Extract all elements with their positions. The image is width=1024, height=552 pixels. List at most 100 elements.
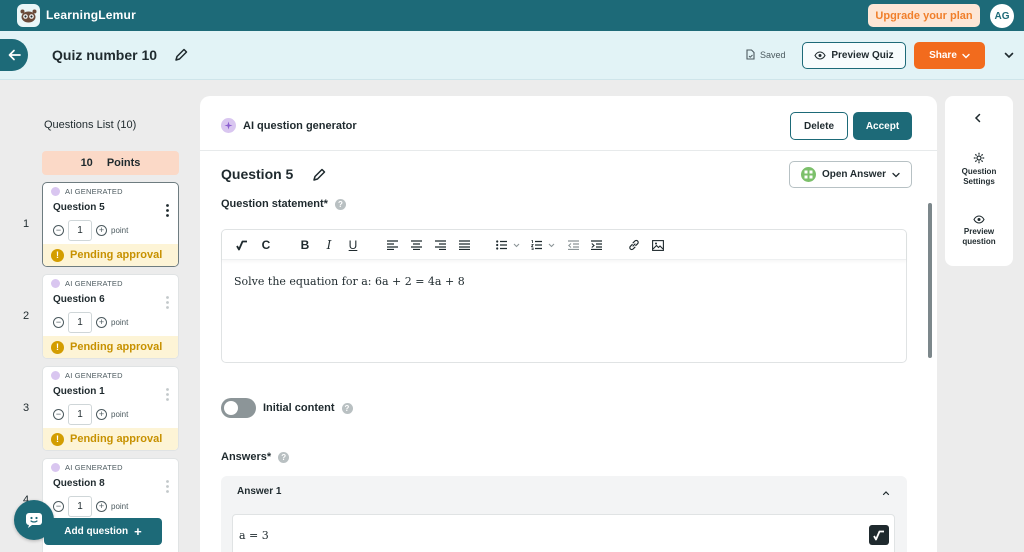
more-options-icon[interactable]	[166, 480, 169, 493]
lemur-logo-icon[interactable]	[17, 4, 40, 27]
upgrade-plan-button[interactable]: Upgrade your plan	[868, 4, 980, 27]
ai-generated-tag: AI GENERATED	[51, 187, 123, 196]
question-statement-label: Question statement* ?	[221, 198, 346, 210]
question-settings-label: Question Settings	[961, 167, 997, 186]
ai-generated-tag: AI GENERATED	[51, 463, 123, 472]
pencil-icon[interactable]	[312, 168, 326, 182]
bullet-list-icon[interactable]	[496, 238, 522, 252]
ai-sparkle-icon	[51, 463, 60, 472]
ai-sparkle-icon	[51, 371, 60, 380]
points-input[interactable]: 1	[68, 220, 92, 241]
divider	[200, 150, 937, 151]
points-stepper: − 1 + point	[53, 220, 128, 241]
pending-approval-status: ! Pending approval	[43, 336, 178, 358]
align-justify-icon[interactable]	[457, 238, 471, 252]
answer-1-title: Answer 1	[237, 486, 282, 497]
question-settings-button[interactable]: Question Settings	[945, 152, 1013, 187]
chemistry-formula-icon[interactable]: C	[259, 238, 273, 252]
link-icon[interactable]	[627, 238, 641, 252]
plus-icon[interactable]: +	[96, 501, 107, 512]
math-formula-icon[interactable]	[869, 525, 889, 545]
accept-button[interactable]: Accept	[853, 112, 912, 140]
warning-icon: !	[51, 432, 64, 446]
share-button[interactable]: Share	[914, 42, 985, 69]
question-card[interactable]: AI GENERATED Question 6 − 1 + point ! Pen…	[42, 274, 179, 359]
help-icon[interactable]: ?	[334, 198, 346, 210]
delete-button[interactable]: Delete	[790, 112, 848, 140]
question-card[interactable]: AI GENERATED Question 5 − 1 + point ! Pen…	[42, 182, 179, 267]
question-editor-panel: AI question generator Delete Accept Ques…	[200, 96, 937, 552]
points-input[interactable]: 1	[68, 496, 92, 517]
back-button[interactable]	[0, 39, 28, 71]
share-label: Share	[929, 50, 957, 61]
ai-tag-label: AI GENERATED	[65, 279, 123, 288]
plus-icon[interactable]: +	[96, 225, 107, 236]
gear-icon	[973, 152, 985, 164]
answer-1-input[interactable]: a = 3	[232, 514, 895, 552]
answer-type-select[interactable]: Open Answer	[789, 161, 912, 188]
preview-question-label: Preview question	[962, 227, 996, 246]
points-stepper: − 1 + point	[53, 312, 128, 333]
minus-icon[interactable]: −	[53, 501, 64, 512]
initial-content-toggle[interactable]	[221, 398, 256, 418]
help-icon[interactable]: ?	[278, 451, 290, 463]
pencil-icon[interactable]	[174, 48, 188, 62]
add-question-label: Add question	[64, 526, 129, 537]
ai-tag-label: AI GENERATED	[65, 371, 123, 380]
points-unit: point	[111, 226, 129, 235]
question-index: 1	[23, 218, 30, 230]
ai-sparkle-icon	[221, 118, 236, 133]
quiz-header: Quiz number 10 Saved Preview Quiz Share	[0, 31, 1024, 80]
user-avatar[interactable]: AG	[990, 4, 1014, 28]
more-options-icon[interactable]	[166, 388, 169, 401]
more-options-icon[interactable]	[166, 296, 169, 309]
align-left-icon[interactable]	[385, 238, 399, 252]
arrow-left-icon	[8, 49, 21, 61]
question-card[interactable]: AI GENERATED Question 1 − 1 + point ! Pen…	[42, 366, 179, 451]
open-answer-icon	[800, 167, 816, 182]
preview-quiz-button[interactable]: Preview Quiz	[802, 42, 906, 69]
preview-question-button[interactable]: Preview question	[945, 215, 1013, 247]
status-label: Pending approval	[70, 341, 163, 353]
ai-generator-header: AI question generator	[221, 118, 357, 133]
numbered-list-icon[interactable]	[531, 238, 557, 252]
scrollbar-thumb[interactable]	[928, 203, 932, 358]
chevron-up-icon[interactable]	[882, 489, 890, 497]
bold-icon[interactable]: B	[298, 238, 312, 252]
align-center-icon[interactable]	[409, 238, 423, 252]
minus-icon[interactable]: −	[53, 409, 64, 420]
question-statement-text[interactable]: Solve the equation for a: 6a + 2 = 4a + …	[234, 275, 465, 288]
points-input[interactable]: 1	[68, 312, 92, 333]
eye-icon	[973, 215, 985, 224]
italic-icon[interactable]: I	[322, 238, 336, 252]
toggle-knob	[224, 401, 238, 415]
question-card-label: Question 1	[53, 386, 105, 397]
chevron-left-icon[interactable]	[972, 112, 984, 124]
indent-icon[interactable]	[589, 238, 603, 252]
underline-icon[interactable]: U	[346, 238, 360, 252]
answer-type-label: Open Answer	[821, 169, 887, 180]
brand-name: LearningLemur	[46, 8, 136, 22]
minus-icon[interactable]: −	[53, 317, 64, 328]
help-icon[interactable]: ?	[341, 402, 353, 414]
plus-icon[interactable]: +	[96, 317, 107, 328]
image-icon[interactable]	[651, 238, 665, 252]
plus-icon[interactable]: +	[96, 409, 107, 420]
chevron-down-icon[interactable]	[1003, 49, 1015, 61]
add-question-button[interactable]: Add question +	[44, 518, 162, 545]
ai-sparkle-icon	[51, 187, 60, 196]
ai-generated-tag: AI GENERATED	[51, 279, 123, 288]
answers-label: Answers* ?	[221, 451, 290, 463]
points-unit: point	[111, 318, 129, 327]
questions-list-title: Questions List (10)	[44, 119, 137, 131]
points-input[interactable]: 1	[68, 404, 92, 425]
outdent-icon[interactable]	[566, 238, 580, 252]
math-formula-icon[interactable]	[235, 238, 249, 252]
more-options-icon[interactable]	[166, 204, 169, 217]
minus-icon[interactable]: −	[53, 225, 64, 236]
question-card-label: Question 8	[53, 478, 105, 489]
question-statement-editor[interactable]: C B I U Solve the equation for a: 6a + 2…	[221, 229, 907, 363]
saved-label: Saved	[760, 49, 786, 60]
align-right-icon[interactable]	[433, 238, 447, 252]
warning-icon: !	[51, 340, 64, 354]
